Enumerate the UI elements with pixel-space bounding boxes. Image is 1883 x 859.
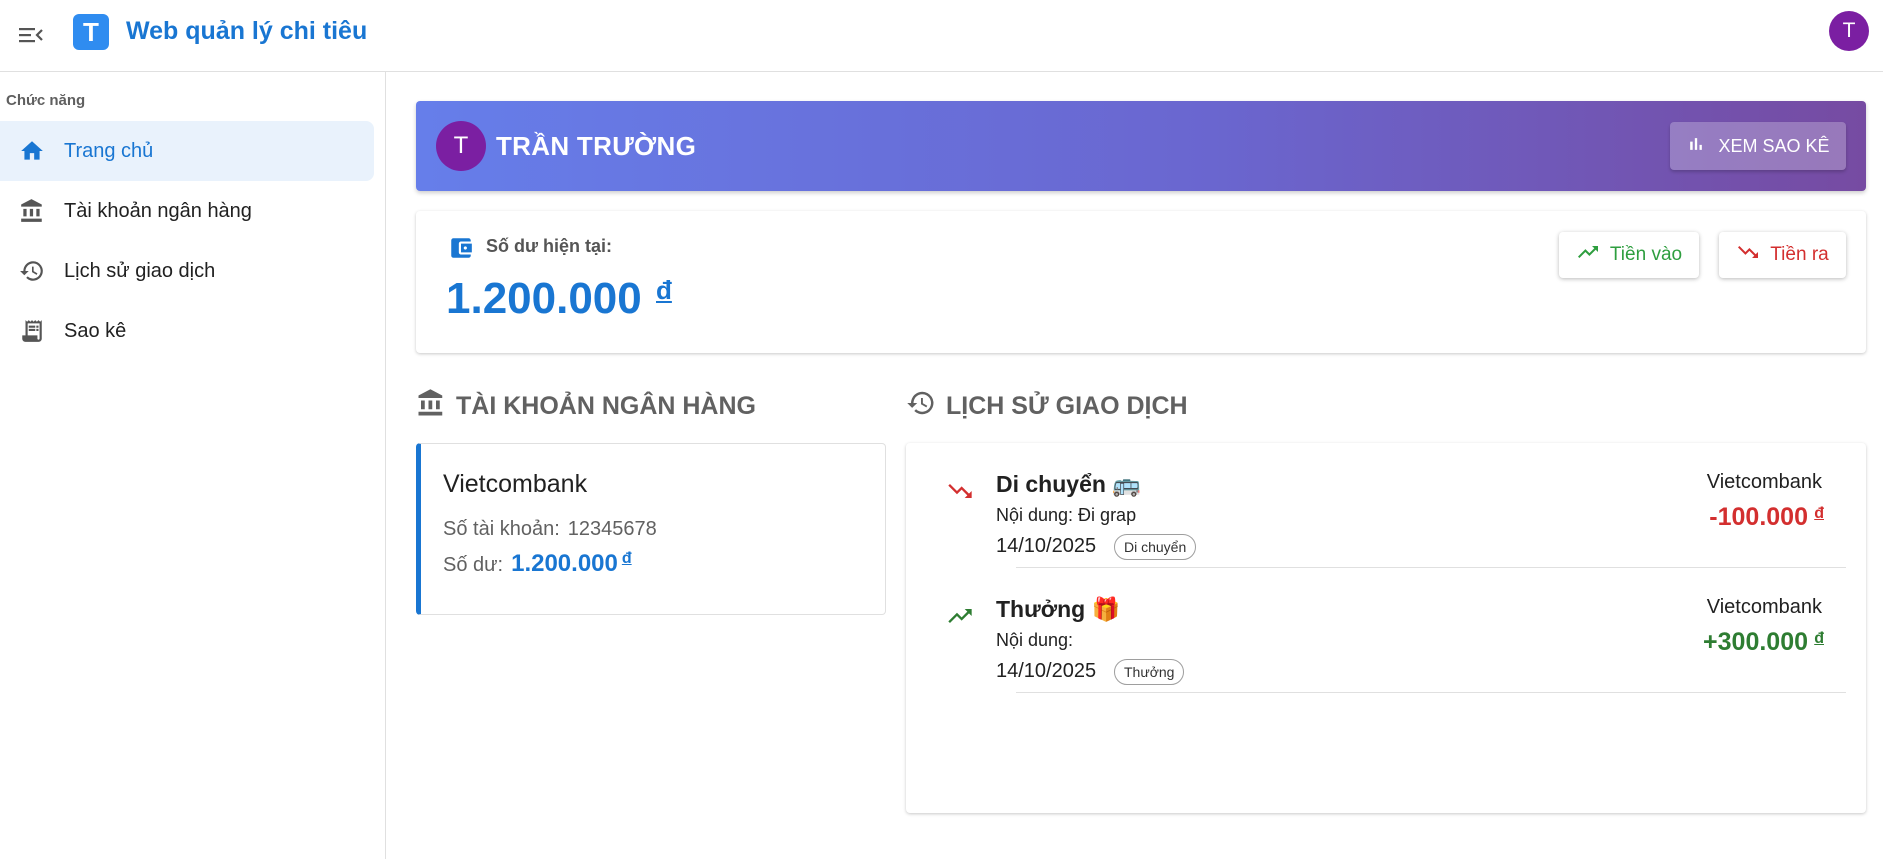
bank-balance-currency: đ [621,550,632,567]
sidebar-item-statement[interactable]: Sao kê [0,301,374,361]
app-logo: T [73,14,109,50]
app-bar: T Web quản lý chi tiêu T [0,0,1883,72]
wallet-icon [448,235,474,266]
money-in-button[interactable]: Tiền vào [1559,232,1699,278]
account-number-label: Số tài khoản: [443,518,560,540]
transaction-amount: -100.000 [1709,503,1808,531]
bank-account-card[interactable]: Vietcombank Số tài khoản: 12345678 Số dư:… [416,443,886,615]
user-avatar[interactable]: T [1829,11,1869,51]
trending-up-icon [946,602,974,635]
balance-currency: đ [656,275,672,305]
transaction-currency: đ [1814,505,1824,522]
balance-amount: 1.200.000 [446,274,642,323]
bank-section-title: TÀI KHOẢN NGÂN HÀNG [416,388,756,425]
sidebar-item-history[interactable]: Lịch sử giao dịch [0,241,374,301]
money-out-button[interactable]: Tiền ra [1719,232,1846,278]
bank-balance-row: Số dư: 1.200.000 đ [443,550,632,578]
transaction-category-chip: Di chuyển [1114,534,1197,560]
transaction-item[interactable]: Thưởng 🎁 Nội dung: 14/10/2025 Thưởng Vie… [906,568,1866,693]
sidebar-item-home[interactable]: Trang chủ [0,121,374,181]
bank-section-label: TÀI KHOẢN NGÂN HÀNG [456,392,756,420]
transaction-bank: Vietcombank [1706,596,1822,618]
trending-down-icon [1736,240,1760,270]
history-section-label: LỊCH SỬ GIAO DỊCH [946,392,1188,420]
transaction-description: Nội dung: Đi grap [996,505,1137,525]
money-out-label: Tiền ra [1770,244,1829,265]
menu-toggle-icon[interactable] [14,18,48,52]
sidebar-item-label: Sao kê [64,319,127,342]
view-statement-button[interactable]: XEM SAO KÊ [1670,122,1846,170]
account-number: 12345678 [567,518,657,540]
bank-balance: 1.200.000 [511,550,618,577]
view-statement-label: XEM SAO KÊ [1718,135,1830,156]
receipt-icon [0,318,64,344]
transaction-list: Di chuyển 🚌 Nội dung: Đi grap 14/10/2025… [906,443,1866,813]
divider [1016,692,1846,693]
balance-label: Số dư hiện tại: [486,236,613,256]
transaction-date: 14/10/2025 [996,535,1097,557]
transaction-category-chip: Thưởng [1114,659,1185,685]
transaction-date: 14/10/2025 [996,660,1097,682]
transaction-title: Thưởng 🎁 [996,596,1121,622]
trending-up-icon [1576,240,1600,270]
sidebar-item-label: Tài khoản ngân hàng [64,199,252,222]
profile-name: TRẦN TRƯỜNG [496,131,697,161]
trending-down-icon [946,477,974,510]
sidebar-heading: Chức năng [6,92,86,109]
transaction-currency: đ [1814,630,1824,647]
account-number-row: Số tài khoản: 12345678 [443,518,657,541]
app-title: Web quản lý chi tiêu [126,17,368,45]
transaction-title: Di chuyển 🚌 [996,471,1141,497]
bank-icon [0,198,64,224]
transaction-bank: Vietcombank [1706,471,1822,493]
transaction-description: Nội dung: [996,630,1074,650]
bank-name: Vietcombank [443,470,588,498]
logo-letter: T [83,16,99,47]
home-icon [0,138,64,164]
money-in-label: Tiền vào [1609,244,1683,265]
transaction-item[interactable]: Di chuyển 🚌 Nội dung: Đi grap 14/10/2025… [906,443,1866,568]
sidebar-item-label: Lịch sử giao dịch [64,259,216,282]
bank-balance-label: Số dư: [443,554,504,576]
sidebar-item-bank-accounts[interactable]: Tài khoản ngân hàng [0,181,374,241]
history-section-title: LỊCH SỬ GIAO DỊCH [906,388,1188,425]
history-icon [906,388,936,425]
sidebar: Chức năng Trang chủ Tài khoản ngân hàng … [0,72,386,859]
profile-avatar: T [436,121,486,171]
profile-banner: T TRẦN TRƯỜNG XEM SAO KÊ [416,101,1866,191]
history-icon [0,258,64,284]
transaction-amount: +300.000 [1703,628,1808,656]
sidebar-item-label: Trang chủ [64,139,154,162]
balance-card: Số dư hiện tại: 1.200.000 đ Tiền vào Tiề… [416,211,1866,353]
bar-chart-icon [1686,134,1706,159]
bank-icon [416,388,446,425]
